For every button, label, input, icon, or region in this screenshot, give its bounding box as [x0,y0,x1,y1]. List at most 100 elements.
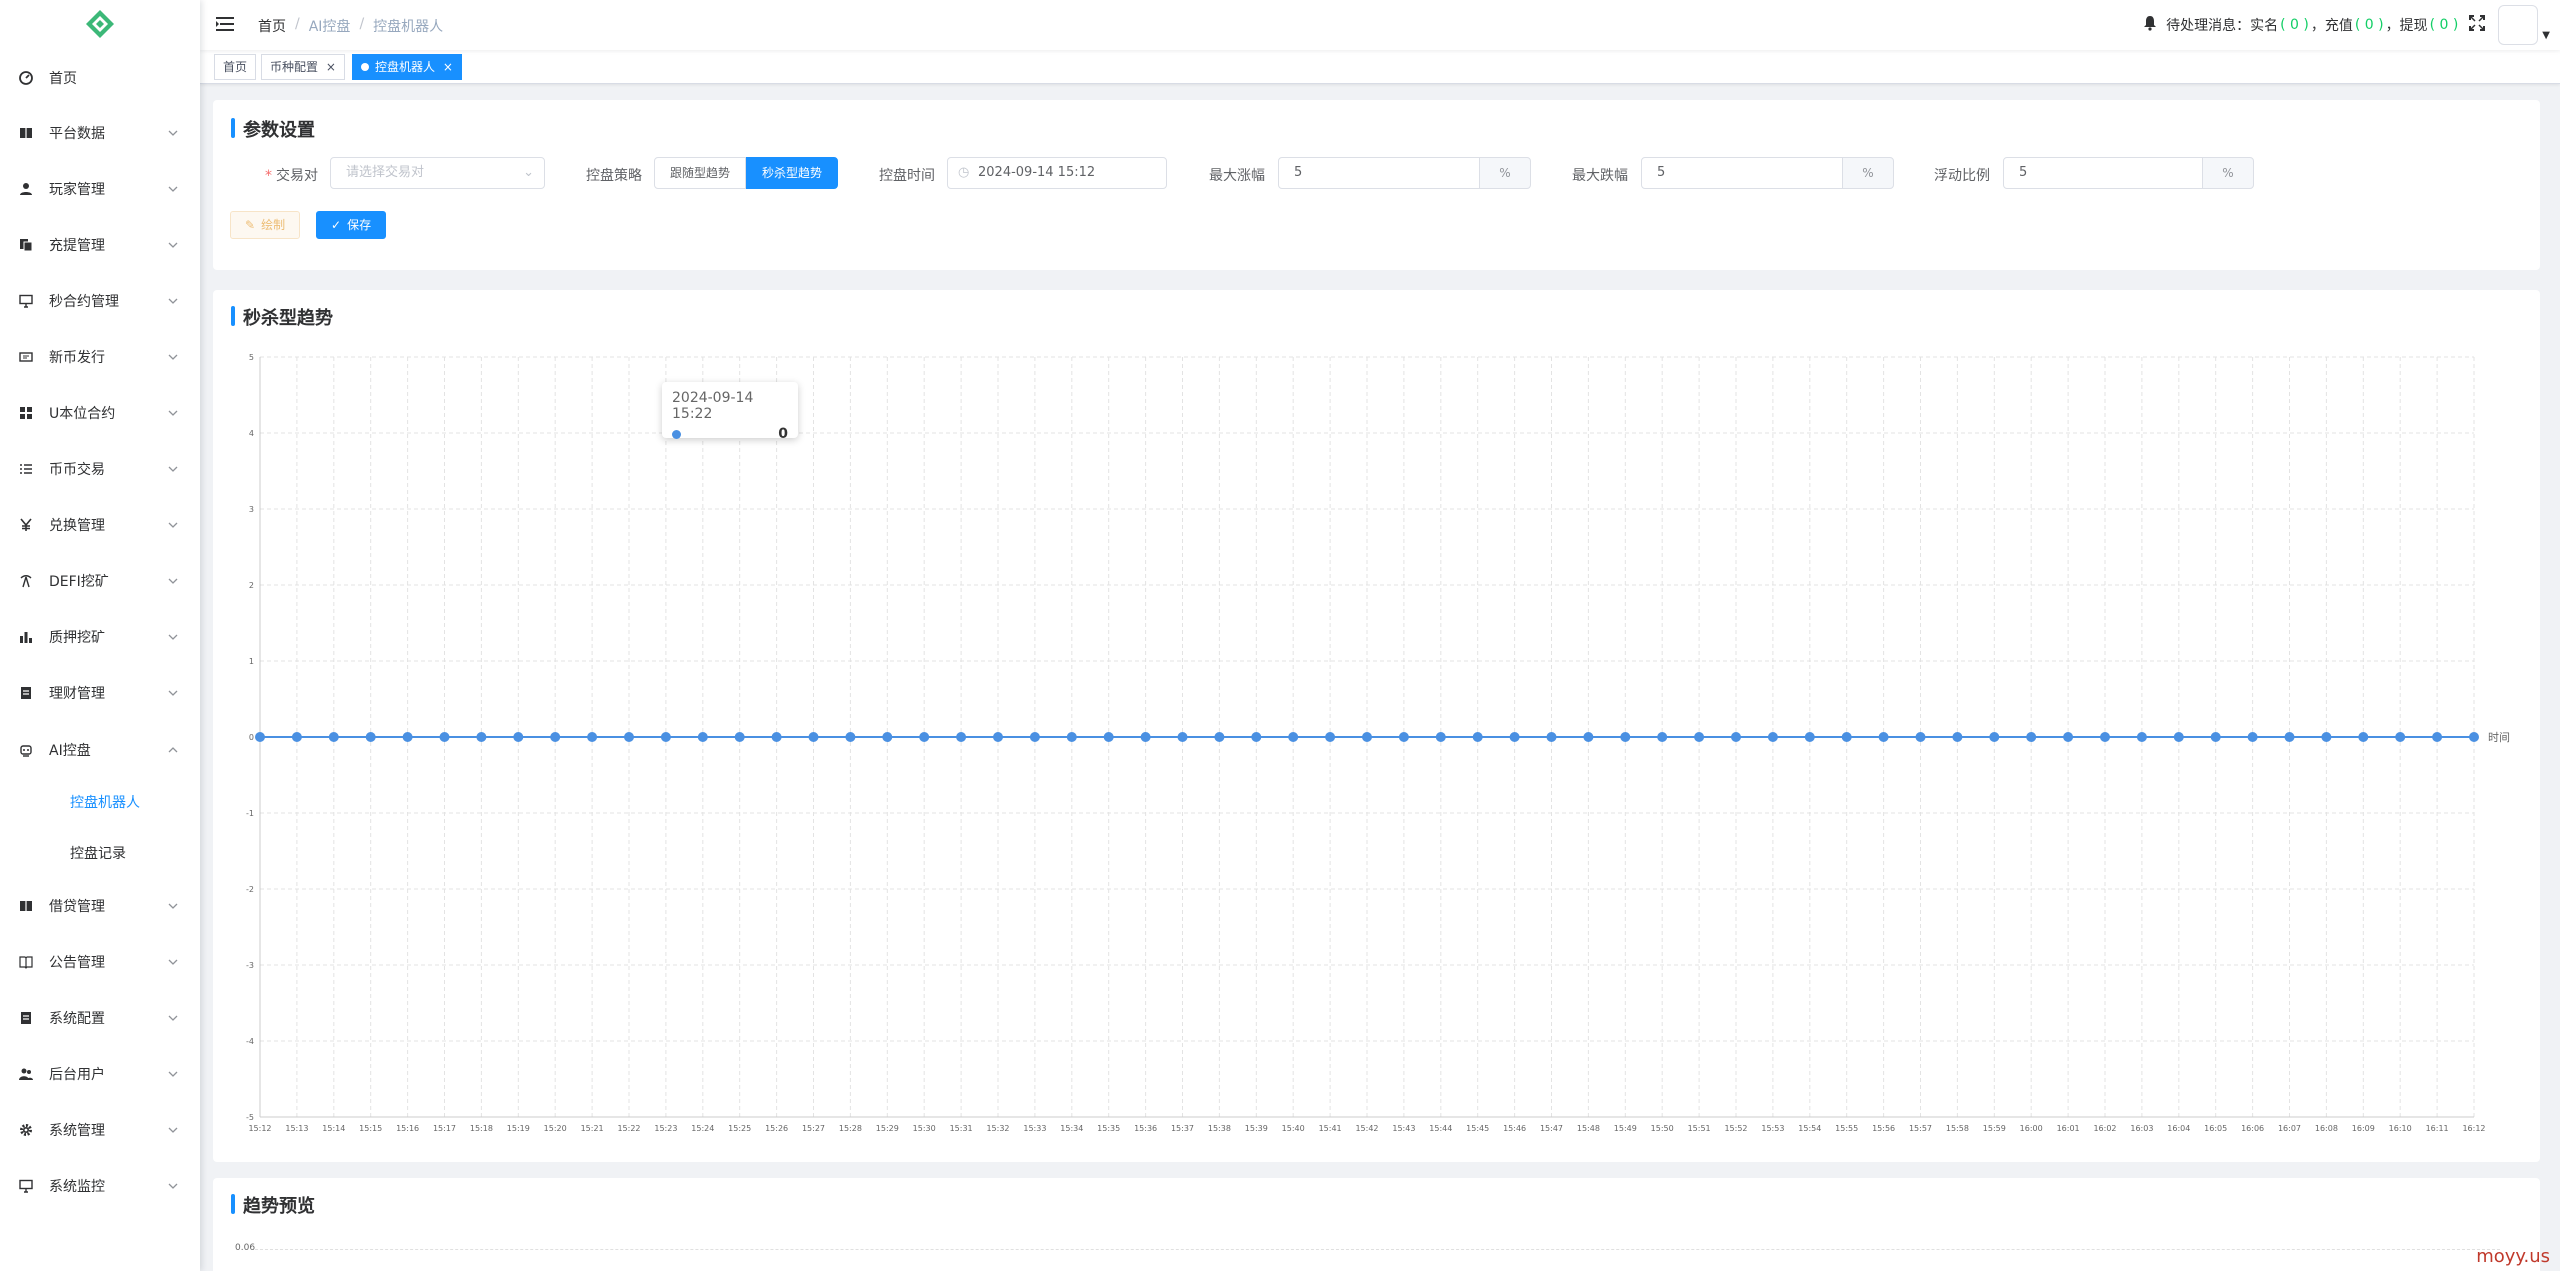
tag-home[interactable]: 首页 [214,54,257,80]
withdraw-count[interactable]: ( 0 ) [2430,17,2459,33]
chevron-down-icon [168,182,178,198]
series-marker-icon [672,429,681,439]
x-tick-label: 15:42 [1355,1124,1378,1133]
data-point [734,732,745,742]
time-picker[interactable]: ◷ 2024-09-14 15:12 [947,157,1167,189]
sidebar-item-10[interactable]: 质押挖矿 [0,617,200,657]
sidebar-item-1[interactable]: 平台数据 [0,113,200,153]
data-point [291,732,302,742]
hamburger-icon[interactable] [216,16,234,36]
data-point [1103,732,1114,742]
sidebar-item-label: 后台用户 [49,1067,105,1083]
realname-count[interactable]: ( 0 ) [2280,17,2309,33]
chevron-down-icon [168,406,178,422]
close-icon[interactable]: × [326,60,336,74]
close-icon[interactable]: × [443,60,453,74]
strategy-follow-option[interactable]: 跟随型趋势 [654,157,747,189]
tooltip-time: 2024-09-14 15:22 [672,390,754,422]
y-tick-label: -3 [246,961,254,970]
data-point [2173,732,2184,742]
fullscreen-icon[interactable] [2468,14,2486,36]
sidebar-item-label: 首页 [49,71,77,87]
user-icon [18,181,34,197]
submenu-item-1[interactable]: 控盘记录 [0,833,200,873]
data-point [1066,732,1077,742]
data-point [1620,732,1631,742]
data-point [328,732,339,742]
sidebar-item-12[interactable]: AI控盘 [0,730,200,770]
x-tick-label: 15:45 [1466,1124,1489,1133]
tag-control-robot[interactable]: 控盘机器人 × [352,54,462,80]
book-icon [18,898,34,914]
data-point [1915,732,1926,742]
x-tick-label: 15:24 [691,1124,714,1133]
sidebar-item-5[interactable]: 新币发行 [0,337,200,377]
data-point [808,732,819,742]
sidebar-item-label: 兑换管理 [49,518,105,534]
sidebar-item-4[interactable]: 秒合约管理 [0,281,200,321]
chevron-down-icon [168,686,178,702]
data-point [1583,732,1594,742]
x-tick-label: 15:31 [950,1124,973,1133]
data-point [2358,732,2369,742]
x-tick-label: 16:07 [2278,1124,2301,1133]
sidebar-item-17[interactable]: 系统管理 [0,1110,200,1150]
max-rise-input[interactable]: 5 [1278,157,1480,189]
x-tick-label: 15:29 [876,1124,899,1133]
submenu-item-0[interactable]: 控盘机器人 [0,782,200,822]
sidebar-item-13[interactable]: 借贷管理 [0,886,200,926]
save-button[interactable]: ✓ 保存 [316,211,387,239]
tag-coin-config[interactable]: 币种配置 × [261,54,345,80]
recharge-count[interactable]: ( 0 ) [2355,17,2384,33]
sidebar-item-15[interactable]: 系统配置 [0,998,200,1038]
avatar[interactable] [2498,5,2539,45]
x-tick-label: 15:51 [1688,1124,1711,1133]
breadcrumb-ai-control[interactable]: AI控盘 [309,16,351,36]
bell-icon[interactable] [2142,15,2158,35]
sidebar-item-6[interactable]: U本位合约 [0,393,200,433]
pair-label: * 交易对 [265,168,318,184]
sidebar-item-label: 玩家管理 [49,182,105,198]
max-fall-input[interactable]: 5 [1641,157,1843,189]
grid-icon [18,405,34,421]
sidebar-item-11[interactable]: 理财管理 [0,673,200,713]
trend-chart[interactable]: 5 4 3 2 1 0 -1 -2 -3 -4 -5 15:12 15:13 15:14 15:15 15:1… [213,290,2540,1150]
sidebar-item-label: 公告管理 [49,955,105,971]
sidebar-item-0[interactable]: 首页 [0,58,200,98]
sidebar-item-7[interactable]: 币币交易 [0,449,200,489]
sidebar-item-9[interactable]: DEFI挖矿 [0,561,200,601]
strategy-spike-option[interactable]: 秒杀型趋势 [746,157,839,189]
data-point [1362,732,1372,742]
data-point [1657,732,1668,742]
x-tick-label: 15:17 [433,1124,456,1133]
data-point [1841,732,1852,742]
caret-down-icon[interactable]: ▼ [2542,30,2550,41]
sidebar-item-2[interactable]: 玩家管理 [0,169,200,209]
draw-button[interactable]: ✎ 绘制 [230,211,301,239]
monitor-icon [18,1178,34,1194]
chevron-down-icon [168,350,178,366]
data-point [1509,732,1520,742]
chevron-down-icon [168,518,178,534]
pair-select[interactable]: 请选择交易对 ⌄ [330,157,545,189]
sidebar-item-8[interactable]: 兑换管理 [0,505,200,545]
float-value: 5 [2019,165,2028,180]
float-input[interactable]: 5 [2003,157,2203,189]
data-point [993,732,1003,742]
sidebar-item-16[interactable]: 后台用户 [0,1054,200,1094]
data-point [2395,732,2406,742]
breadcrumb: 首页 / AI控盘 / 控盘机器人 [258,16,443,36]
sidebar-item-3[interactable]: 充提管理 [0,225,200,265]
data-point [402,732,413,742]
edit-icon: ✎ [245,218,256,232]
sidebar-item-18[interactable]: 系统监控 [0,1166,200,1206]
sidebar-item-14[interactable]: 公告管理 [0,942,200,982]
x-tick-label: 15:16 [396,1124,419,1133]
x-tick-label: 15:32 [986,1124,1009,1133]
breadcrumb-home[interactable]: 首页 [258,16,286,36]
bar-chart-icon [18,629,34,645]
x-axis-name: 时间 [2488,731,2510,744]
x-tick-label: 15:59 [1983,1124,2006,1133]
x-tick-label: 15:19 [507,1124,530,1133]
chevron-down-icon [168,126,178,142]
